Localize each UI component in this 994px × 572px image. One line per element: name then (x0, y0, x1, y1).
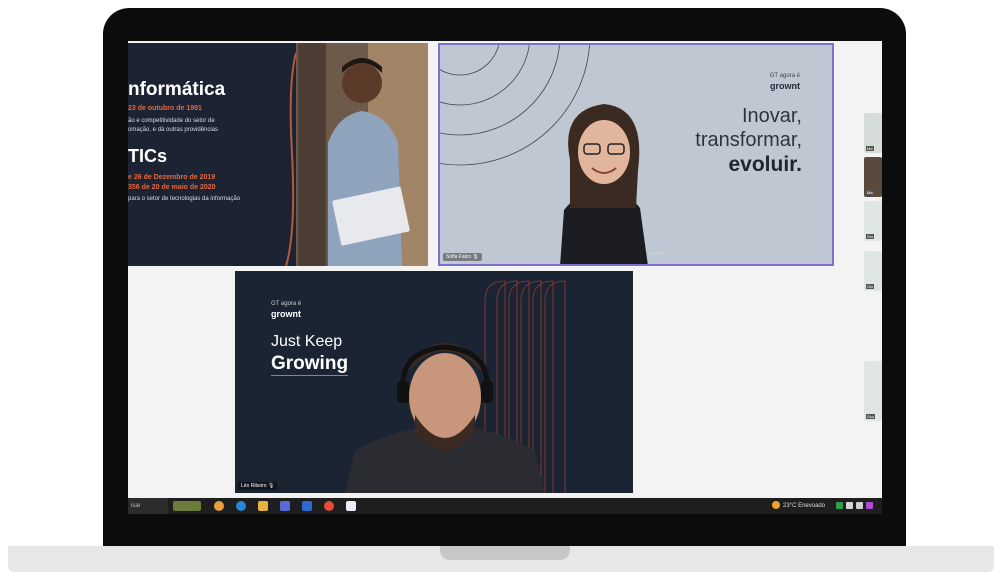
participant-tile-leo[interactable]: GT agora é grownt Just Keep Growing Léo … (235, 271, 633, 493)
slide-text-line: ão e competitividade do setor de (128, 118, 215, 124)
mic-icon: 🎙 (267, 483, 275, 489)
chrome-icon[interactable] (324, 501, 334, 511)
tray-icon[interactable] (856, 502, 863, 509)
participant-tile-sofia[interactable]: GT agora é grownt Inovar, transformar, e… (438, 43, 834, 266)
mic-icon: 🎙 (472, 254, 479, 260)
participant-name-badge: Léo Ribeiro 🎙 (238, 482, 278, 490)
sun-icon (772, 501, 780, 510)
slide-law-date: 23 de outubro de 1991 (128, 105, 202, 112)
side-participant-label: Ma (866, 190, 874, 195)
windows-taskbar: isar 23°C Enevoado (128, 498, 882, 514)
weather-text: 23°C Enevoado (783, 503, 826, 509)
laptop-notch (440, 546, 570, 560)
side-participant-tile[interactable]: Gio (864, 251, 882, 291)
slide-text-line: omação, e dá outras providências (128, 127, 219, 133)
file-icon[interactable] (346, 501, 356, 511)
taskbar-search[interactable]: isar (128, 498, 168, 514)
document-icon[interactable] (302, 501, 312, 511)
tray-icon[interactable] (846, 502, 853, 509)
slogan-line: Just Keep (271, 333, 343, 350)
participant-name-badge: Sofia Falco 🎙 (443, 253, 482, 261)
side-participant-label: Gio (866, 284, 875, 289)
slide-text-line: para o setor de tecnologias da informaçã… (128, 196, 241, 202)
slide-person-photo (278, 43, 428, 266)
side-participant-tile[interactable]: Sou (864, 361, 882, 421)
app-icon[interactable] (214, 501, 224, 511)
slogan-line: transformar, (695, 129, 802, 151)
participant-video-leo (345, 343, 545, 493)
participant-video-sofia (560, 104, 648, 264)
folder-icon[interactable] (258, 501, 268, 511)
slogan-line: Inovar, (741, 105, 802, 127)
browser-icon[interactable] (236, 501, 246, 511)
participant-name: Sofia Falco (446, 254, 472, 260)
slide-subtitle: TICs (128, 146, 168, 166)
meeting-screen: nformática 23 de outubro de 1991 ão e co… (128, 41, 882, 514)
slide-law-date: 356 de 20 de maio de 2020 (128, 184, 216, 191)
slide-title: nformática (128, 79, 226, 100)
tray-icon[interactable] (836, 502, 843, 509)
gt-tagline: GT agora é (769, 73, 800, 79)
slogan-line-bold: evoluir. (728, 153, 802, 176)
weather-widget[interactable]: 23°C Enevoado (772, 498, 825, 514)
brand-logo: grownt (271, 309, 301, 319)
side-participant-label: Ma (866, 146, 874, 151)
gt-tagline: GT agora é (271, 301, 302, 307)
app-icon[interactable] (280, 501, 290, 511)
brand-logo: grownt (770, 81, 800, 91)
side-participant-label: Sm (866, 234, 874, 239)
slide-law-date: e 26 de Dezembro de 2019 (128, 174, 216, 181)
search-highlight-icon (173, 501, 201, 511)
participant-name: Léo Ribeiro (241, 483, 267, 489)
side-participant-tile[interactable]: Ma (864, 157, 882, 197)
tray-icon[interactable] (866, 502, 873, 509)
side-participant-label: Sou (866, 414, 876, 419)
slogan-line-bold: Growing (271, 353, 349, 376)
side-participant-tile[interactable]: Ma (864, 113, 882, 153)
shirt-logo: grownt (648, 251, 665, 257)
shared-slide-tile[interactable]: nformática 23 de outubro de 1991 ão e co… (128, 43, 428, 266)
side-participant-tile[interactable]: Sm (864, 201, 882, 241)
